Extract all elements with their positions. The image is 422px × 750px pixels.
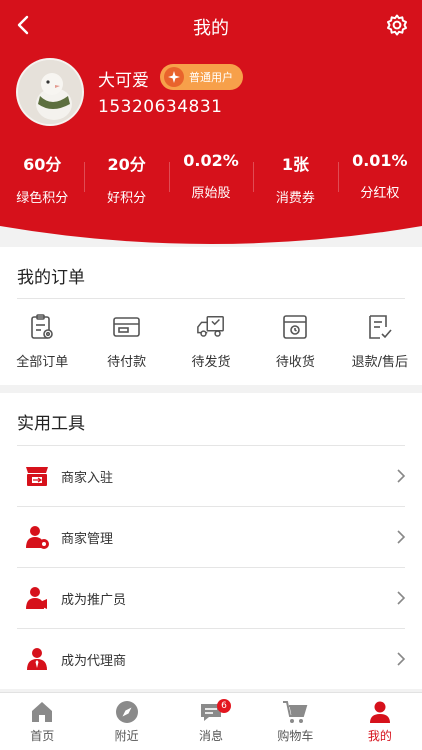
order-refund[interactable]: 退款/售后 — [338, 313, 422, 370]
order-label: 待收货 — [275, 355, 315, 370]
page-title: 我的 — [193, 18, 229, 39]
stats-row: 60分 绿色积分 20分 好积分 0.02% 原始股 1张 消费券 0.01% … — [0, 148, 422, 212]
phone-number: 15320634831 — [98, 97, 223, 117]
gear-icon — [387, 14, 407, 36]
tab-home[interactable]: 首页 — [0, 693, 84, 750]
promoter-icon — [24, 585, 50, 611]
orders-title: 我的订单 — [17, 268, 85, 288]
order-all[interactable]: 全部订单 — [0, 313, 84, 370]
tool-become-agent[interactable]: 成为代理商 — [0, 629, 422, 690]
tools-card: 实用工具 商家入驻 商家管理 成为推广员 成为代理商 — [0, 393, 422, 689]
tab-label: 购物车 — [277, 729, 314, 743]
tab-label: 附近 — [114, 729, 139, 743]
tab-cart[interactable]: 购物车 — [253, 693, 337, 750]
wallet-icon — [112, 313, 142, 341]
order-pending-receipt[interactable]: 待收货 — [253, 313, 337, 370]
stat-label: 分红权 — [360, 186, 400, 201]
user-level-badge: 普通用户 — [160, 64, 243, 90]
merchant-manage-icon — [24, 524, 50, 550]
agent-icon — [24, 646, 50, 672]
tool-label: 成为代理商 — [61, 654, 127, 669]
top-bar: 我的 — [0, 0, 422, 52]
user-level-label: 普通用户 — [189, 71, 233, 84]
tool-merchant-manage[interactable]: 商家管理 — [0, 507, 422, 568]
tool-merchant-join[interactable]: 商家入驻 — [0, 446, 422, 507]
stat-value: 1张 — [281, 155, 309, 174]
store-icon — [24, 463, 50, 489]
profile-header: 我的 大可爱 普通用户 15320634831 60分 绿色积分 20分 好积分… — [0, 0, 422, 250]
order-pending-shipment[interactable]: 待发货 — [169, 313, 253, 370]
truck-icon — [196, 313, 226, 341]
refund-icon — [365, 313, 395, 341]
tool-become-promoter[interactable]: 成为推广员 — [0, 568, 422, 629]
order-label: 待付款 — [107, 355, 147, 370]
stat-label: 原始股 — [191, 186, 231, 201]
divider — [17, 298, 405, 299]
order-pending-payment[interactable]: 待付款 — [84, 313, 168, 370]
tab-me[interactable]: 我的 — [338, 693, 422, 750]
cart-icon — [282, 699, 308, 725]
stat-dividend-rights[interactable]: 0.01% 分红权 — [337, 148, 422, 212]
tab-label: 首页 — [30, 729, 55, 743]
avatar[interactable] — [16, 58, 84, 126]
tab-messages[interactable]: 6 消息 — [169, 693, 253, 750]
clipboard-icon — [27, 313, 57, 341]
compass-icon — [114, 699, 140, 725]
message-count-badge: 6 — [217, 699, 232, 713]
stat-green-points[interactable]: 60分 绿色积分 — [0, 148, 84, 212]
order-label: 待发货 — [191, 355, 231, 370]
stat-label: 消费券 — [275, 191, 315, 206]
stat-label: 绿色积分 — [16, 191, 69, 206]
tools-title: 实用工具 — [17, 414, 85, 434]
star-icon — [164, 67, 184, 87]
chevron-right-icon — [397, 591, 406, 605]
settings-button[interactable] — [382, 10, 412, 40]
chevron-right-icon — [397, 530, 406, 544]
orders-card: 我的订单 全部订单 待付款 待发货 待收货 退款/售后 — [0, 247, 422, 385]
tool-label: 商家入驻 — [61, 471, 114, 486]
stat-original-shares[interactable]: 0.02% 原始股 — [168, 148, 253, 212]
stat-value: 0.01% — [352, 151, 408, 170]
stat-coupons[interactable]: 1张 消费券 — [253, 148, 337, 212]
username: 大可爱 — [98, 71, 149, 91]
tool-label: 成为推广员 — [61, 593, 127, 608]
user-icon — [367, 699, 393, 725]
stat-value: 20分 — [107, 155, 146, 174]
order-status-row: 全部订单 待付款 待发货 待收货 退款/售后 — [0, 313, 422, 370]
stat-good-points[interactable]: 20分 好积分 — [84, 148, 168, 212]
stat-value: 60分 — [23, 155, 62, 174]
tab-label: 消息 — [199, 729, 224, 743]
order-label: 全部订单 — [16, 355, 69, 370]
home-icon — [29, 699, 55, 725]
bottom-tab-bar: 首页 附近 6 消息 购物车 我的 — [0, 692, 422, 750]
stat-value: 0.02% — [183, 151, 239, 170]
package-icon — [280, 313, 310, 341]
tab-nearby[interactable]: 附近 — [84, 693, 168, 750]
chevron-right-icon — [397, 469, 406, 483]
order-label: 退款/售后 — [351, 355, 409, 370]
tool-label: 商家管理 — [61, 532, 114, 547]
chevron-right-icon — [397, 652, 406, 666]
stat-label: 好积分 — [107, 191, 147, 206]
tab-label: 我的 — [367, 729, 392, 743]
